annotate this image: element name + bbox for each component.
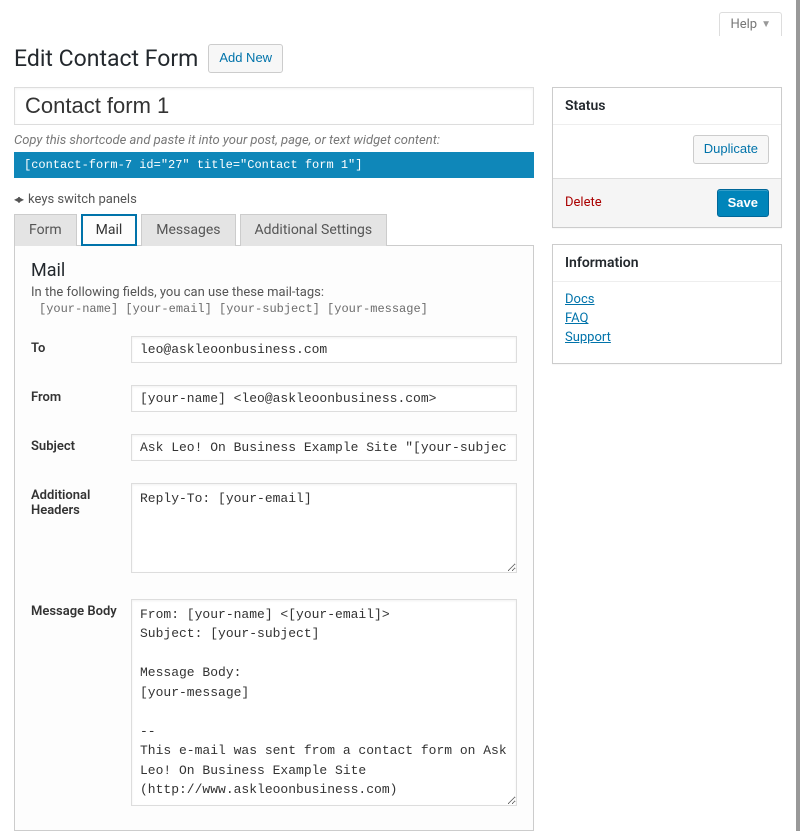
- shortcode-hint: Copy this shortcode and paste it into yo…: [14, 133, 534, 148]
- message-body-textarea[interactable]: [131, 599, 517, 806]
- delete-link[interactable]: Delete: [565, 195, 602, 210]
- status-box: Status Duplicate Delete Save: [552, 87, 782, 229]
- help-tab[interactable]: Help ▼: [719, 12, 782, 36]
- label-message-body: Message Body: [31, 599, 131, 619]
- add-new-button[interactable]: Add New: [208, 44, 283, 73]
- chevron-down-icon: ▼: [761, 19, 771, 30]
- arrows-icon: ◂▸: [14, 192, 22, 206]
- help-label: Help: [730, 17, 757, 32]
- from-input[interactable]: [131, 385, 517, 412]
- label-subject: Subject: [31, 434, 131, 454]
- page-title: Edit Contact Form: [14, 45, 198, 72]
- keys-hint: keys switch panels: [28, 192, 137, 207]
- label-to: To: [31, 336, 131, 356]
- subject-input[interactable]: [131, 434, 517, 461]
- form-title-input[interactable]: [14, 87, 534, 125]
- additional-headers-textarea[interactable]: [131, 483, 517, 573]
- tab-mail[interactable]: Mail: [81, 214, 138, 246]
- tab-additional-settings[interactable]: Additional Settings: [240, 214, 388, 246]
- mail-tags: [your-name] [your-email] [your-subject] …: [31, 302, 517, 316]
- duplicate-button[interactable]: Duplicate: [693, 135, 769, 164]
- docs-link[interactable]: Docs: [565, 292, 769, 307]
- support-link[interactable]: Support: [565, 330, 769, 345]
- information-box: Information Docs FAQ Support: [552, 244, 782, 364]
- mail-intro: In the following fields, you can use the…: [31, 285, 517, 300]
- mail-heading: Mail: [31, 260, 517, 281]
- shortcode-display[interactable]: [contact-form-7 id="27" title="Contact f…: [14, 152, 534, 178]
- label-additional-headers: Additional Headers: [31, 483, 131, 518]
- save-button[interactable]: Save: [717, 189, 769, 218]
- tab-messages[interactable]: Messages: [141, 214, 235, 246]
- information-heading: Information: [553, 245, 781, 282]
- status-heading: Status: [553, 88, 781, 125]
- mail-panel: Mail In the following fields, you can us…: [14, 246, 534, 831]
- faq-link[interactable]: FAQ: [565, 311, 769, 326]
- tab-form[interactable]: Form: [14, 214, 77, 246]
- to-input[interactable]: [131, 336, 517, 363]
- label-from: From: [31, 385, 131, 405]
